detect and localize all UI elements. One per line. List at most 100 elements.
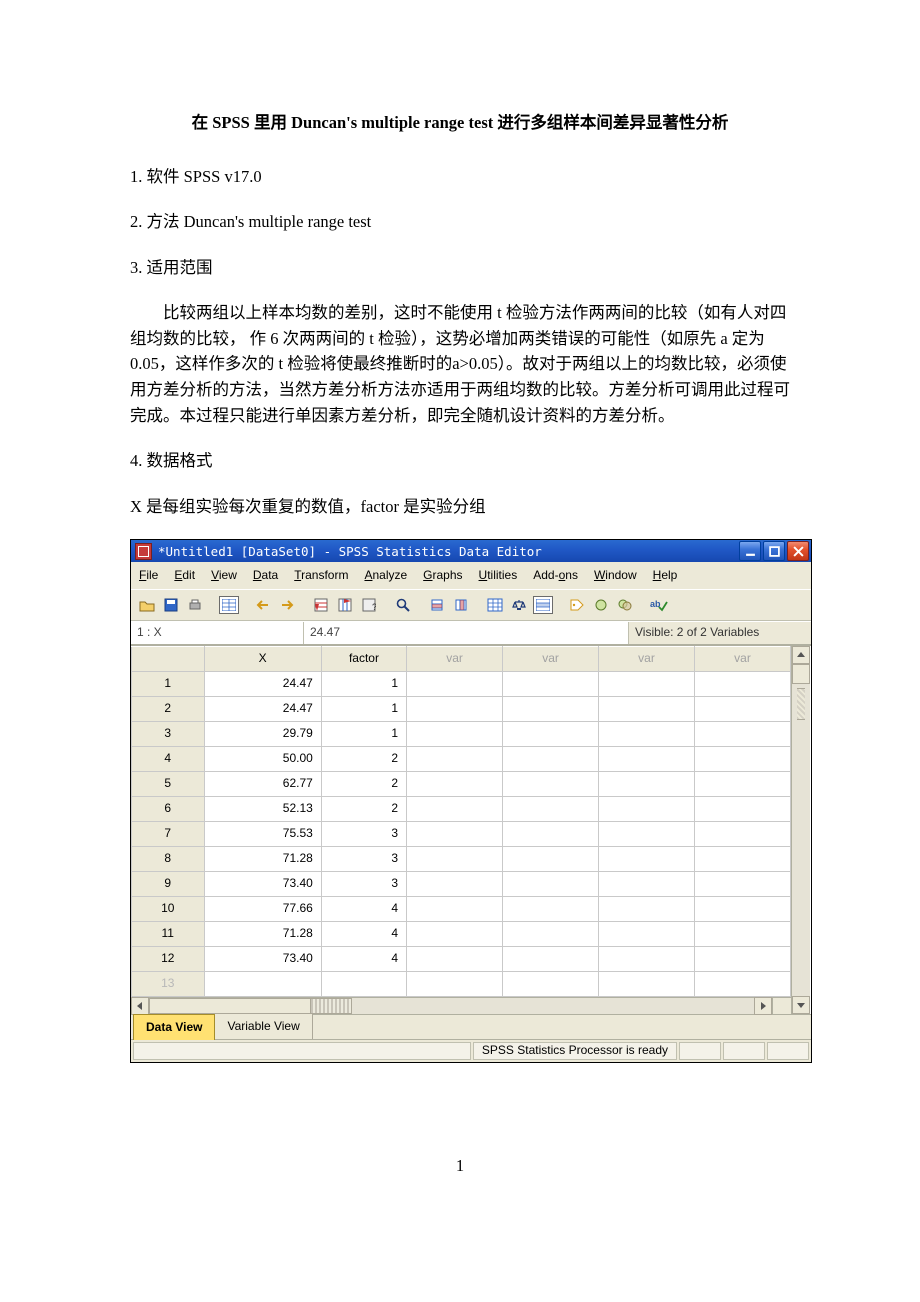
row-header[interactable]: 12 xyxy=(132,946,205,971)
horizontal-scrollbar[interactable] xyxy=(131,997,791,1014)
empty-cell[interactable] xyxy=(503,921,599,946)
menu-item[interactable]: Window xyxy=(594,566,637,585)
tab-data-view[interactable]: Data View xyxy=(133,1014,215,1040)
redo-icon[interactable] xyxy=(277,595,297,615)
find-icon[interactable] xyxy=(393,595,413,615)
usevarsets-icon[interactable] xyxy=(591,595,611,615)
insertvar-icon[interactable] xyxy=(451,595,471,615)
data-cell[interactable]: 3 xyxy=(321,821,406,846)
column-header[interactable]: factor xyxy=(321,646,406,671)
empty-cell[interactable] xyxy=(695,846,791,871)
weight-icon[interactable] xyxy=(509,595,529,615)
column-header[interactable]: X xyxy=(204,646,321,671)
data-cell[interactable]: 24.47 xyxy=(204,671,321,696)
vertical-scrollbar[interactable] xyxy=(791,646,810,1014)
data-cell[interactable]: 71.28 xyxy=(204,921,321,946)
maximize-button[interactable] xyxy=(763,541,785,561)
row-header[interactable]: 8 xyxy=(132,846,205,871)
scroll-right-icon[interactable] xyxy=(754,997,772,1015)
data-cell[interactable]: 1 xyxy=(321,696,406,721)
data-cell[interactable] xyxy=(204,971,321,996)
empty-cell[interactable] xyxy=(599,846,695,871)
row-header[interactable]: 10 xyxy=(132,896,205,921)
column-header[interactable]: var xyxy=(407,646,503,671)
column-header[interactable]: var xyxy=(503,646,599,671)
empty-cell[interactable] xyxy=(695,671,791,696)
empty-cell[interactable] xyxy=(503,946,599,971)
empty-cell[interactable] xyxy=(695,971,791,996)
data-cell[interactable]: 29.79 xyxy=(204,721,321,746)
showall-icon[interactable] xyxy=(615,595,635,615)
selectcases-icon[interactable] xyxy=(533,596,553,614)
empty-cell[interactable] xyxy=(503,746,599,771)
scroll-down-icon[interactable] xyxy=(792,996,810,1014)
empty-cell[interactable] xyxy=(407,721,503,746)
data-cell[interactable]: 73.40 xyxy=(204,871,321,896)
empty-cell[interactable] xyxy=(407,671,503,696)
data-cell[interactable]: 62.77 xyxy=(204,771,321,796)
column-header[interactable]: var xyxy=(695,646,791,671)
empty-cell[interactable] xyxy=(599,821,695,846)
corner-cell[interactable] xyxy=(132,646,205,671)
column-header[interactable]: var xyxy=(599,646,695,671)
empty-cell[interactable] xyxy=(503,846,599,871)
menu-item[interactable]: Analyze xyxy=(364,566,407,585)
empty-cell[interactable] xyxy=(503,821,599,846)
data-cell[interactable]: 52.13 xyxy=(204,796,321,821)
empty-cell[interactable] xyxy=(695,896,791,921)
data-cell[interactable]: 24.47 xyxy=(204,696,321,721)
row-header[interactable]: 13 xyxy=(132,971,205,996)
empty-cell[interactable] xyxy=(503,896,599,921)
empty-cell[interactable] xyxy=(695,746,791,771)
splitfile-icon[interactable] xyxy=(485,595,505,615)
dataset-icon[interactable] xyxy=(219,596,239,614)
empty-cell[interactable] xyxy=(503,771,599,796)
empty-cell[interactable] xyxy=(503,696,599,721)
scroll-left-icon[interactable] xyxy=(131,997,149,1015)
insertcase-icon[interactable] xyxy=(427,595,447,615)
data-cell[interactable]: 75.53 xyxy=(204,821,321,846)
empty-cell[interactable] xyxy=(695,871,791,896)
empty-cell[interactable] xyxy=(695,771,791,796)
empty-cell[interactable] xyxy=(503,871,599,896)
empty-cell[interactable] xyxy=(599,696,695,721)
data-cell[interactable]: 4 xyxy=(321,921,406,946)
variables-icon[interactable] xyxy=(335,595,355,615)
data-cell[interactable]: 77.66 xyxy=(204,896,321,921)
empty-cell[interactable] xyxy=(407,971,503,996)
empty-cell[interactable] xyxy=(695,946,791,971)
data-cell[interactable]: 73.40 xyxy=(204,946,321,971)
empty-cell[interactable] xyxy=(695,696,791,721)
data-cell[interactable]: 2 xyxy=(321,796,406,821)
empty-cell[interactable] xyxy=(407,946,503,971)
menu-item[interactable]: View xyxy=(211,566,237,585)
empty-cell[interactable] xyxy=(599,946,695,971)
empty-cell[interactable] xyxy=(599,746,695,771)
empty-cell[interactable] xyxy=(599,971,695,996)
open-icon[interactable] xyxy=(137,595,157,615)
menu-item[interactable]: Edit xyxy=(174,566,195,585)
spellcheck-icon[interactable]: ab xyxy=(649,595,669,615)
empty-cell[interactable] xyxy=(599,896,695,921)
dialog-icon[interactable]: ? xyxy=(359,595,379,615)
empty-cell[interactable] xyxy=(407,896,503,921)
data-cell[interactable]: 4 xyxy=(321,896,406,921)
empty-cell[interactable] xyxy=(695,821,791,846)
data-cell[interactable]: 50.00 xyxy=(204,746,321,771)
empty-cell[interactable] xyxy=(503,671,599,696)
menu-item[interactable]: Add-ons xyxy=(533,566,578,585)
row-header[interactable]: 5 xyxy=(132,771,205,796)
splitter-grip[interactable] xyxy=(797,688,805,720)
empty-cell[interactable] xyxy=(599,796,695,821)
empty-cell[interactable] xyxy=(503,971,599,996)
empty-cell[interactable] xyxy=(407,921,503,946)
menu-item[interactable]: Transform xyxy=(294,566,348,585)
menu-item[interactable]: Graphs xyxy=(423,566,462,585)
data-cell[interactable]: 1 xyxy=(321,721,406,746)
empty-cell[interactable] xyxy=(503,796,599,821)
empty-cell[interactable] xyxy=(407,821,503,846)
row-header[interactable]: 2 xyxy=(132,696,205,721)
empty-cell[interactable] xyxy=(695,796,791,821)
undo-icon[interactable] xyxy=(253,595,273,615)
print-icon[interactable] xyxy=(185,595,205,615)
